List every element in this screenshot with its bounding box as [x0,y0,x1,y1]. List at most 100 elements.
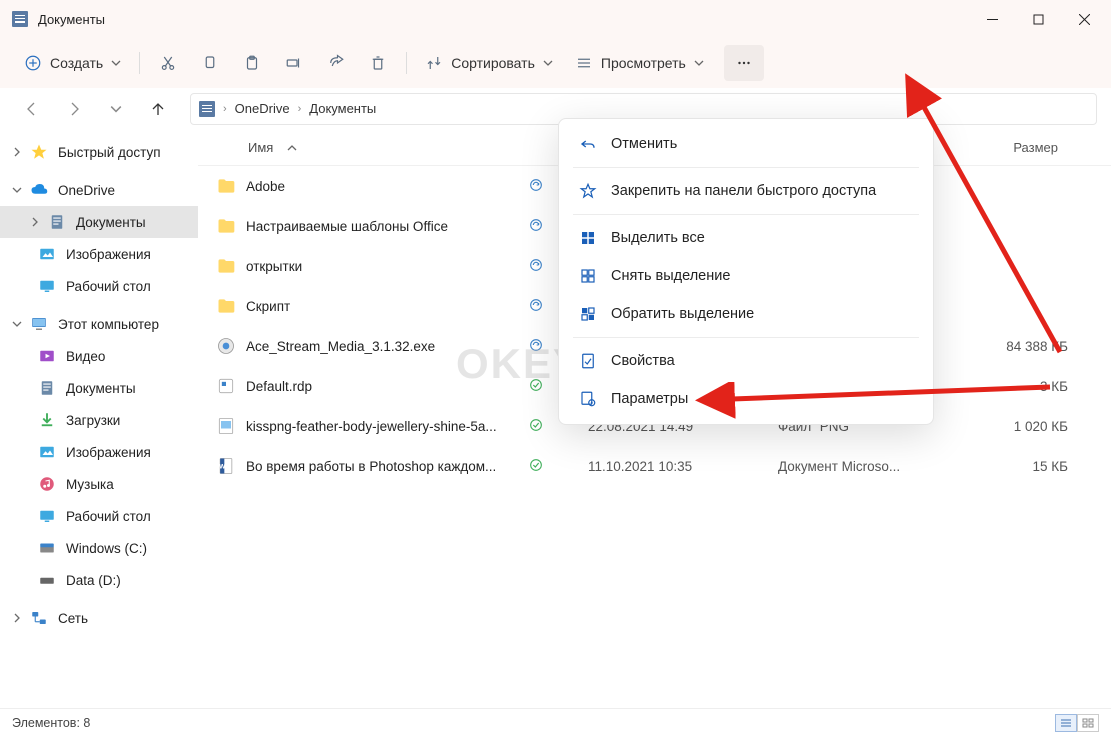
context-menu: Отменить Закрепить на панели быстрого до… [558,118,934,425]
share-icon [327,54,345,72]
close-button[interactable] [1061,3,1107,35]
paste-icon [243,54,261,72]
star-icon [30,143,48,161]
ctx-pin[interactable]: Закрепить на панели быстрого доступа [565,172,927,210]
chevron-right-icon: › [298,103,302,115]
select-all-icon [579,229,597,247]
column-header-size[interactable]: Размер [958,140,1068,155]
sidebar-item-label: Видео [66,349,105,364]
recent-dropdown[interactable] [98,93,134,125]
file-size: 3 КБ [958,379,1068,394]
drive-icon [38,539,56,557]
details-view-button[interactable] [1055,714,1077,732]
sidebar-item-label: Быстрый доступ [58,145,161,160]
window-title: Документы [38,12,105,27]
maximize-button[interactable] [1015,3,1061,35]
properties-icon [579,352,597,370]
sidebar-item-documents2[interactable]: Документы [0,372,198,404]
ctx-label: Обратить выделение [611,306,754,322]
sort-asc-icon [287,143,297,153]
file-name: Default.rdp [246,379,312,394]
chevron-down-icon[interactable] [10,317,24,331]
file-size: 15 КБ [958,459,1068,474]
more-button[interactable] [724,45,764,81]
ctx-select-all[interactable]: Выделить все [565,219,927,257]
toolbar: Создать Сортировать Просмотреть [0,38,1111,88]
delete-button[interactable] [358,45,398,81]
sidebar-item-images2[interactable]: Изображения [0,436,198,468]
file-row[interactable]: WВо время работы в Photoshop каждом...11… [198,446,1111,486]
titlebar: Документы [0,0,1111,38]
file-name: kisspng-feather-body-jewellery-shine-5a.… [246,419,497,434]
folder-icon [199,101,215,117]
sort-icon [425,54,443,72]
chevron-down-icon[interactable] [10,183,24,197]
body: Быстрый доступ OneDrive Документы Изобра… [0,130,1111,708]
icons-view-button[interactable] [1077,714,1099,732]
file-name: открытки [246,259,302,274]
sidebar-item-network[interactable]: Сеть [0,602,198,634]
new-button[interactable]: Создать [14,45,131,81]
pc-icon [30,315,48,333]
ctx-undo[interactable]: Отменить [565,125,927,163]
view-icon [575,54,593,72]
back-button[interactable] [14,93,50,125]
sidebar-item-label: Музыка [66,477,114,492]
ctx-select-none[interactable]: Снять выделение [565,257,927,295]
sidebar-item-documents[interactable]: Документы [0,206,198,238]
sidebar-item-videos[interactable]: Видео [0,340,198,372]
sidebar-item-onedrive[interactable]: OneDrive [0,174,198,206]
sidebar-item-desktop2[interactable]: Рабочий стол [0,500,198,532]
sidebar-item-label: Документы [76,215,146,230]
chevron-right-icon[interactable] [10,611,24,625]
minimize-button[interactable] [969,3,1015,35]
ctx-label: Снять выделение [611,268,730,284]
ctx-label: Параметры [611,391,688,407]
videos-icon [38,347,56,365]
copy-icon [201,54,219,72]
chevron-right-icon[interactable] [28,215,42,229]
ctx-properties[interactable]: Свойства [565,342,927,380]
sort-button[interactable]: Сортировать [415,45,563,81]
forward-button[interactable] [56,93,92,125]
ctx-options[interactable]: Параметры [565,380,927,418]
paste-button[interactable] [232,45,272,81]
ctx-label: Выделить все [611,230,705,246]
breadcrumb-documents[interactable]: Документы [309,101,376,116]
file-size: 1 020 КБ [958,419,1068,434]
sidebar-item-thispc[interactable]: Этот компьютер [0,308,198,340]
sidebar-item-music[interactable]: Музыка [0,468,198,500]
sidebar-item-label: Рабочий стол [66,509,151,524]
copy-button[interactable] [190,45,230,81]
breadcrumb-onedrive[interactable]: OneDrive [235,101,290,116]
invert-selection-icon [579,305,597,323]
sidebar-item-images[interactable]: Изображения [0,238,198,270]
desktop-icon [38,507,56,525]
options-icon [579,390,597,408]
sidebar-item-label: Windows (C:) [66,541,147,556]
sidebar-item-label: Рабочий стол [66,279,151,294]
sidebar-item-ddrive[interactable]: Data (D:) [0,564,198,596]
sidebar-item-label: Загрузки [66,413,120,428]
file-status [528,457,588,476]
chevron-right-icon[interactable] [10,145,24,159]
cloud-icon [30,181,48,199]
chevron-right-icon: › [223,103,227,115]
share-button[interactable] [316,45,356,81]
file-date: 11.10.2021 10:35 [588,459,778,474]
sidebar-item-desktop[interactable]: Рабочий стол [0,270,198,302]
file-type: Документ Microso... [778,459,958,474]
sort-label: Сортировать [451,55,535,71]
sidebar-item-quick-access[interactable]: Быстрый доступ [0,136,198,168]
ctx-invert-selection[interactable]: Обратить выделение [565,295,927,333]
sidebar-item-downloads[interactable]: Загрузки [0,404,198,436]
column-header-name[interactable]: Имя [198,140,528,155]
sidebar-item-cdrive[interactable]: Windows (C:) [0,532,198,564]
file-size: 84 388 КБ [958,339,1068,354]
view-button[interactable]: Просмотреть [565,45,714,81]
rename-button[interactable] [274,45,314,81]
undo-icon [579,135,597,153]
cut-button[interactable] [148,45,188,81]
up-button[interactable] [140,93,176,125]
chevron-down-icon [694,58,704,68]
